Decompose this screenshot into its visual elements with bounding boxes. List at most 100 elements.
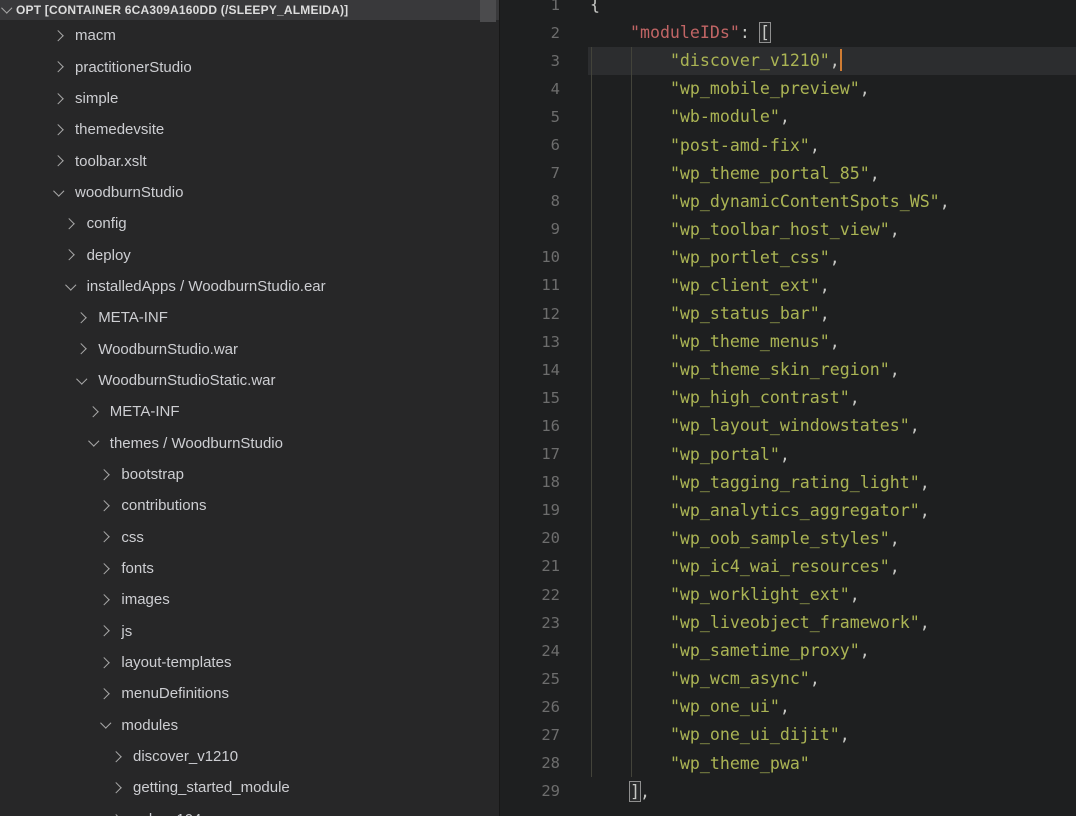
chevron-right-icon[interactable]	[96, 560, 114, 578]
tree-item-toolbar-xslt[interactable]: toolbar.xslt	[0, 145, 499, 176]
tree-item-bootstrap[interactable]: bootstrap	[0, 459, 499, 490]
tree-item-meta-inf[interactable]: META-INF	[0, 396, 499, 427]
tree-item-js[interactable]: js	[0, 616, 499, 647]
chevron-right-icon[interactable]	[108, 810, 126, 816]
tree-item-label: WoodburnStudioStatic.war	[98, 372, 275, 389]
line-number: 23	[500, 614, 562, 632]
tree-item-label: themedevsite	[75, 121, 164, 138]
tree-item-label: deploy	[87, 247, 131, 264]
code-line-23[interactable]: 23 "wp_liveobject_framework",	[500, 609, 1076, 637]
json-punctuation	[590, 754, 670, 773]
chevron-right-icon[interactable]	[50, 89, 68, 107]
chevron-right-icon[interactable]	[62, 246, 80, 264]
chevron-down-icon[interactable]	[96, 716, 114, 734]
code-line-4[interactable]: 4 "wp_mobile_preview",	[500, 75, 1076, 103]
code-line-3[interactable]: 3 "discover_v1210",	[500, 47, 1076, 75]
tree-item-label: css	[121, 529, 144, 546]
tree-item-deploy[interactable]: deploy	[0, 239, 499, 270]
chevron-down-icon[interactable]	[62, 277, 80, 295]
code-line-29[interactable]: 29 ],	[500, 777, 1076, 805]
chevron-down-icon[interactable]	[73, 371, 91, 389]
tree-item-woodburnstudio-war[interactable]: WoodburnStudio.war	[0, 333, 499, 364]
chevron-right-icon[interactable]	[85, 403, 103, 421]
json-punctuation	[590, 136, 670, 155]
code-line-24[interactable]: 24 "wp_sametime_proxy",	[500, 637, 1076, 665]
code-line-14[interactable]: 14 "wp_theme_skin_region",	[500, 356, 1076, 384]
chevron-down-icon[interactable]	[85, 434, 103, 452]
json-punctuation	[590, 360, 670, 379]
code-line-11[interactable]: 11 "wp_client_ext",	[500, 271, 1076, 299]
json-punctuation	[590, 51, 670, 70]
tree-item-simple[interactable]: simple	[0, 83, 499, 114]
tree-item-fonts[interactable]: fonts	[0, 553, 499, 584]
json-string: "wp_high_contrast"	[670, 388, 850, 407]
chevron-right-icon[interactable]	[96, 654, 114, 672]
chevron-right-icon[interactable]	[73, 340, 91, 358]
code-line-21[interactable]: 21 "wp_ic4_wai_resources",	[500, 552, 1076, 580]
code-line-22[interactable]: 22 "wp_worklight_ext",	[500, 580, 1076, 608]
tree-item-woodburnstudio[interactable]: woodburnStudio	[0, 177, 499, 208]
chevron-right-icon[interactable]	[50, 121, 68, 139]
chevron-right-icon[interactable]	[96, 465, 114, 483]
json-punctuation: ,	[890, 360, 900, 379]
tree-item-menudefinitions[interactable]: menuDefinitions	[0, 678, 499, 709]
tree-item-discover-v1210[interactable]: discover_v1210	[0, 741, 499, 772]
chevron-right-icon[interactable]	[50, 58, 68, 76]
explorer-section-header[interactable]: OPT [CONTAINER 6CA309A160DD (/SLEEPY_ALM…	[0, 0, 499, 20]
chevron-right-icon[interactable]	[96, 685, 114, 703]
code-line-7[interactable]: 7 "wp_theme_portal_85",	[500, 159, 1076, 187]
tree-item-layout-templates[interactable]: layout-templates	[0, 647, 499, 678]
code-line-16[interactable]: 16 "wp_layout_windowstates",	[500, 412, 1076, 440]
code-text: "wp_wcm_async",	[562, 669, 820, 688]
tree-item-themedevsite[interactable]: themedevsite	[0, 114, 499, 145]
chevron-right-icon[interactable]	[108, 748, 126, 766]
code-line-19[interactable]: 19 "wp_analytics_aggregator",	[500, 496, 1076, 524]
chevron-right-icon[interactable]	[50, 27, 68, 45]
chevron-down-icon[interactable]	[50, 183, 68, 201]
code-line-1[interactable]: 1{	[500, 0, 1076, 19]
chevron-right-icon[interactable]	[96, 497, 114, 515]
tree-item-images[interactable]: images	[0, 584, 499, 615]
code-line-6[interactable]: 6 "post-amd-fix",	[500, 131, 1076, 159]
chevron-right-icon[interactable]	[62, 215, 80, 233]
chevron-right-icon[interactable]	[73, 309, 91, 327]
tree-item-contributions[interactable]: contributions	[0, 490, 499, 521]
tree-item-installedapps-woodburnstudio-ear[interactable]: installedApps / WoodburnStudio.ear	[0, 271, 499, 302]
code-line-25[interactable]: 25 "wp_wcm_async",	[500, 665, 1076, 693]
tree-item-themes-woodburnstudio[interactable]: themes / WoodburnStudio	[0, 427, 499, 458]
code-line-13[interactable]: 13 "wp_theme_menus",	[500, 328, 1076, 356]
tree-item-macm[interactable]: macm	[0, 20, 499, 51]
tree-item-oslo-v104[interactable]: oslo_v104	[0, 804, 499, 816]
code-line-12[interactable]: 12 "wp_status_bar",	[500, 300, 1076, 328]
tree-item-config[interactable]: config	[0, 208, 499, 239]
chevron-right-icon[interactable]	[96, 622, 114, 640]
tree-item-practitionerstudio[interactable]: practitionerStudio	[0, 51, 499, 82]
tree-item-getting-started-module[interactable]: getting_started_module	[0, 772, 499, 803]
tree-item-woodburnstudiostatic-war[interactable]: WoodburnStudioStatic.war	[0, 365, 499, 396]
code-line-27[interactable]: 27 "wp_one_ui_dijit",	[500, 721, 1076, 749]
chevron-right-icon[interactable]	[96, 528, 114, 546]
code-line-10[interactable]: 10 "wp_portlet_css",	[500, 243, 1076, 271]
tree-item-css[interactable]: css	[0, 522, 499, 553]
code-line-17[interactable]: 17 "wp_portal",	[500, 440, 1076, 468]
code-line-28[interactable]: 28 "wp_theme_pwa"	[500, 749, 1076, 777]
code-line-8[interactable]: 8 "wp_dynamicContentSpots_WS",	[500, 187, 1076, 215]
code-line-26[interactable]: 26 "wp_one_ui",	[500, 693, 1076, 721]
code-line-18[interactable]: 18 "wp_tagging_rating_light",	[500, 468, 1076, 496]
chevron-right-icon[interactable]	[108, 779, 126, 797]
code-text: "wp_client_ext",	[562, 276, 830, 295]
code-line-15[interactable]: 15 "wp_high_contrast",	[500, 384, 1076, 412]
sidebar-scrollbar-thumb[interactable]	[480, 0, 496, 22]
code-line-5[interactable]: 5 "wb-module",	[500, 103, 1076, 131]
line-number: 13	[500, 333, 562, 351]
editor-pane[interactable]: 1{2 "moduleIDs": [3 "discover_v1210",4 "…	[500, 0, 1076, 816]
chevron-right-icon[interactable]	[96, 591, 114, 609]
tree-item-meta-inf[interactable]: META-INF	[0, 302, 499, 333]
chevron-right-icon[interactable]	[50, 152, 68, 170]
explorer-section-title: OPT [CONTAINER 6CA309A160DD (/SLEEPY_ALM…	[16, 3, 348, 17]
code-line-9[interactable]: 9 "wp_toolbar_host_view",	[500, 215, 1076, 243]
code-line-2[interactable]: 2 "moduleIDs": [	[500, 19, 1076, 47]
tree-item-modules[interactable]: modules	[0, 710, 499, 741]
json-punctuation	[590, 416, 670, 435]
code-line-20[interactable]: 20 "wp_oob_sample_styles",	[500, 524, 1076, 552]
